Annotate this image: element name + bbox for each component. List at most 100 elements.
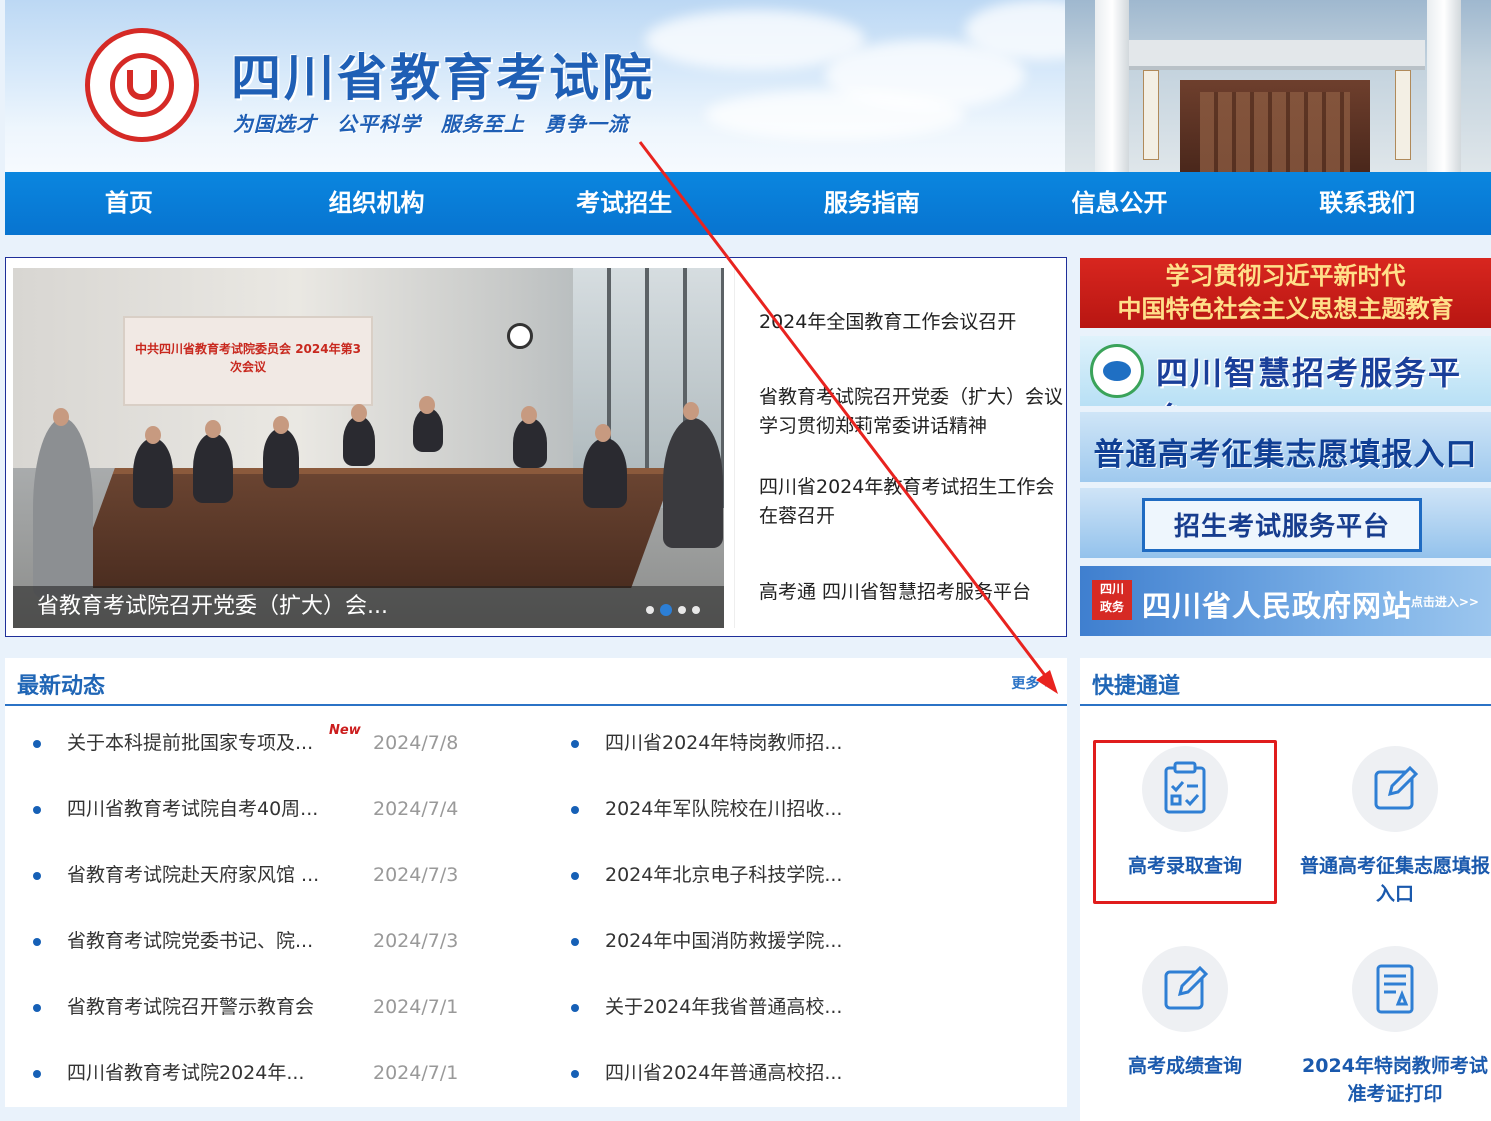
banner-line: 中国特色社会主义思想主题教育 bbox=[1117, 295, 1454, 323]
nav-info-disclosure[interactable]: 信息公开 bbox=[996, 172, 1244, 235]
news-date: 2024/7/1 bbox=[373, 1062, 459, 1084]
news-list-item[interactable]: 省教育考试院赴天府家风馆 ... 2024/7/3 bbox=[33, 860, 513, 890]
news-title: 2024年北京电子科技学院... bbox=[605, 864, 843, 886]
slide-dot[interactable] bbox=[646, 606, 654, 614]
news-title: 省教育考试院赴天府家风馆 ... bbox=[67, 864, 320, 886]
news-date: 2024/7/1 bbox=[373, 996, 459, 1018]
news-list-item[interactable]: 2024年军队院校在川招收...2024/6/27 bbox=[571, 794, 1491, 824]
header-building-photo bbox=[1065, 0, 1491, 172]
bullet-icon bbox=[571, 806, 579, 814]
bullet-icon bbox=[33, 1070, 41, 1078]
news-list-item[interactable]: 2024年中国消防救援学院...2024/6/27 bbox=[571, 926, 1491, 956]
news-date: 2024/7/3 bbox=[373, 864, 459, 886]
quick-admission-query[interactable]: 高考录取查询 bbox=[1085, 746, 1285, 880]
featured-news-box: 中共四川省教育考试院委员会 2024年第3次会议 省教育考试院召开党委（扩大）会… bbox=[5, 257, 1067, 637]
news-title: 关于本科提前批国家专项及... bbox=[67, 732, 314, 754]
bullet-icon bbox=[33, 938, 41, 946]
news-slide-image[interactable]: 中共四川省教育考试院委员会 2024年第3次会议 省教育考试院召开党委（扩大）会… bbox=[13, 268, 724, 628]
bullet-icon bbox=[33, 1004, 41, 1012]
news-title: 四川省教育考试院2024年... bbox=[67, 1062, 305, 1084]
slide-banner-text: 中共四川省教育考试院委员会 2024年第3次会议 bbox=[135, 342, 361, 374]
banner-label: 普通高考征集志愿填报入口 bbox=[1093, 437, 1478, 473]
headline-item[interactable]: 高考通 四川省智慧招考服务平台 bbox=[759, 578, 1069, 607]
site-slogan: 为国选才 公平科学 服务至上 勇争一流 bbox=[233, 112, 629, 136]
quick-item-label: 高考录取查询 bbox=[1127, 855, 1242, 877]
news-title: 省教育考试院党委书记、院... bbox=[67, 930, 314, 952]
nav-service-guide[interactable]: 服务指南 bbox=[748, 172, 996, 235]
more-label: 更多 bbox=[1011, 676, 1040, 692]
bullet-icon bbox=[571, 938, 579, 946]
site-title: 四川省教育考试院 bbox=[231, 49, 655, 107]
news-title: 省教育考试院召开警示教育会 bbox=[67, 996, 315, 1018]
quick-item-label: 2024年特岗教师考试准考证打印 bbox=[1302, 1055, 1488, 1105]
theme-education-banner[interactable]: 学习贯彻习近平新时代 中国特色社会主义思想主题教育 bbox=[1080, 258, 1491, 328]
quick-volunteer-entry[interactable]: 普通高考征集志愿填报入口 bbox=[1295, 746, 1491, 908]
banner-enter-link: 点击进入>> bbox=[1410, 595, 1479, 609]
news-list-item[interactable]: 四川省2024年特岗教师招...2024/6/29 bbox=[571, 728, 1491, 758]
slide-dot[interactable] bbox=[678, 606, 686, 614]
news-list-item[interactable]: 四川省教育考试院自考40周... 2024/7/4 bbox=[33, 794, 513, 824]
quick-item-label: 普通高考征集志愿填报入口 bbox=[1299, 855, 1490, 905]
banner-label: 四川智慧招考服务平台 bbox=[1156, 354, 1463, 406]
nav-home[interactable]: 首页 bbox=[5, 172, 253, 235]
bullet-icon bbox=[571, 1004, 579, 1012]
edit-pen-icon bbox=[1352, 746, 1438, 832]
volunteer-application-banner[interactable]: 普通高考征集志愿填报入口 bbox=[1080, 412, 1491, 482]
nav-exam-enrollment[interactable]: 考试招生 bbox=[500, 172, 748, 235]
panel-header: 最新动态 更多» bbox=[5, 658, 1067, 706]
site-header: 四川省教育考试院 为国选才 公平科学 服务至上 勇争一流 bbox=[5, 0, 1491, 172]
clipboard-check-icon bbox=[1142, 746, 1228, 832]
news-list-item[interactable]: 关于2024年我省普通高校...2024/6/25 bbox=[571, 992, 1491, 1022]
news-list-item[interactable]: 省教育考试院召开警示教育会 2024/7/1 bbox=[33, 992, 513, 1022]
double-chevron-right-icon: » bbox=[1043, 672, 1055, 693]
quick-item-label: 高考成绩查询 bbox=[1127, 1055, 1242, 1077]
news-title: 2024年军队院校在川招收... bbox=[605, 798, 843, 820]
more-link[interactable]: 更多» bbox=[1011, 672, 1055, 693]
exam-service-platform-banner[interactable]: 招生考试服务平台 bbox=[1080, 488, 1491, 558]
news-title: 关于2024年我省普通高校... bbox=[605, 996, 843, 1018]
platform-emblem-icon bbox=[1090, 344, 1144, 398]
slide-dot-active[interactable] bbox=[660, 604, 672, 616]
bullet-icon bbox=[571, 1070, 579, 1078]
site-logo[interactable] bbox=[85, 28, 199, 142]
document-print-icon bbox=[1352, 946, 1438, 1032]
bullet-icon bbox=[571, 740, 579, 748]
panel-header: 快捷通道 bbox=[1080, 658, 1491, 706]
panel-title: 快捷通道 bbox=[1092, 674, 1181, 699]
slide-caption[interactable]: 省教育考试院召开党委（扩大）会... bbox=[13, 586, 724, 628]
bullet-icon bbox=[571, 872, 579, 880]
news-list-item[interactable]: 四川省教育考试院2024年... 2024/7/1 bbox=[33, 1058, 513, 1088]
headline-item[interactable]: 2024年全国教育工作会议召开 bbox=[759, 308, 1069, 337]
quick-score-query[interactable]: 高考成绩查询 bbox=[1085, 946, 1285, 1080]
edit-pen-icon bbox=[1142, 946, 1228, 1032]
smart-exam-platform-banner[interactable]: 四川智慧招考服务平台 bbox=[1080, 336, 1491, 406]
news-list-item[interactable]: 省教育考试院党委书记、院... 2024/7/3 bbox=[33, 926, 513, 956]
provincial-gov-website-banner[interactable]: 四川 政务 四川省人民政府网站 点击进入>> bbox=[1080, 566, 1491, 636]
banner-label: 四川省人民政府网站 bbox=[1142, 589, 1413, 623]
quick-admission-ticket-print[interactable]: 2024年特岗教师考试准考证打印 bbox=[1295, 946, 1491, 1108]
news-title: 四川省2024年普通高校招... bbox=[605, 1062, 843, 1084]
news-list-item[interactable]: 关于本科提前批国家专项及... 2024/7/8 New bbox=[33, 723, 513, 758]
quick-channel-panel: 快捷通道 高考录取查询 普通高考征集志愿填报入口 高考成绩查询 2024年特岗教… bbox=[1080, 658, 1491, 1121]
headline-item[interactable]: 四川省2024年教育考试招生工作会在蓉召开 bbox=[759, 473, 1069, 531]
news-list-item[interactable]: 四川省2024年普通高校招...2024/6/24 bbox=[571, 1058, 1491, 1088]
main-nav: 首页 组织机构 考试招生 服务指南 信息公开 联系我们 bbox=[5, 172, 1491, 235]
banner-line: 学习贯彻习近平新时代 bbox=[1165, 262, 1406, 290]
nav-organization[interactable]: 组织机构 bbox=[253, 172, 501, 235]
nav-contact-us[interactable]: 联系我们 bbox=[1243, 172, 1491, 235]
news-date: 2024/7/4 bbox=[373, 798, 459, 820]
news-title: 四川省教育考试院自考40周... bbox=[67, 798, 319, 820]
panel-title: 最新动态 bbox=[17, 674, 106, 699]
slide-dot[interactable] bbox=[692, 606, 700, 614]
gov-seal-icon: 四川 政务 bbox=[1092, 580, 1132, 620]
headline-item[interactable]: 省教育考试院召开党委（扩大）会议学习贯彻郑莉常委讲话精神 bbox=[759, 383, 1069, 441]
news-list-item[interactable]: 2024年北京电子科技学院...2024/6/27 bbox=[571, 860, 1491, 890]
news-title: 2024年中国消防救援学院... bbox=[605, 930, 843, 952]
news-date: 2024/7/8 bbox=[373, 732, 459, 754]
latest-news-panel: 最新动态 更多» 关于本科提前批国家专项及... 2024/7/8 New 四川省教育… bbox=[5, 658, 1491, 1107]
bullet-icon bbox=[33, 806, 41, 814]
headline-list: 2024年全国教育工作会议召开 省教育考试院召开党委（扩大）会议学习贯彻郑莉常委… bbox=[734, 268, 1064, 628]
new-badge: New bbox=[329, 723, 361, 738]
header-cloud bbox=[705, 90, 965, 140]
news-title: 四川省2024年特岗教师招... bbox=[605, 732, 843, 754]
